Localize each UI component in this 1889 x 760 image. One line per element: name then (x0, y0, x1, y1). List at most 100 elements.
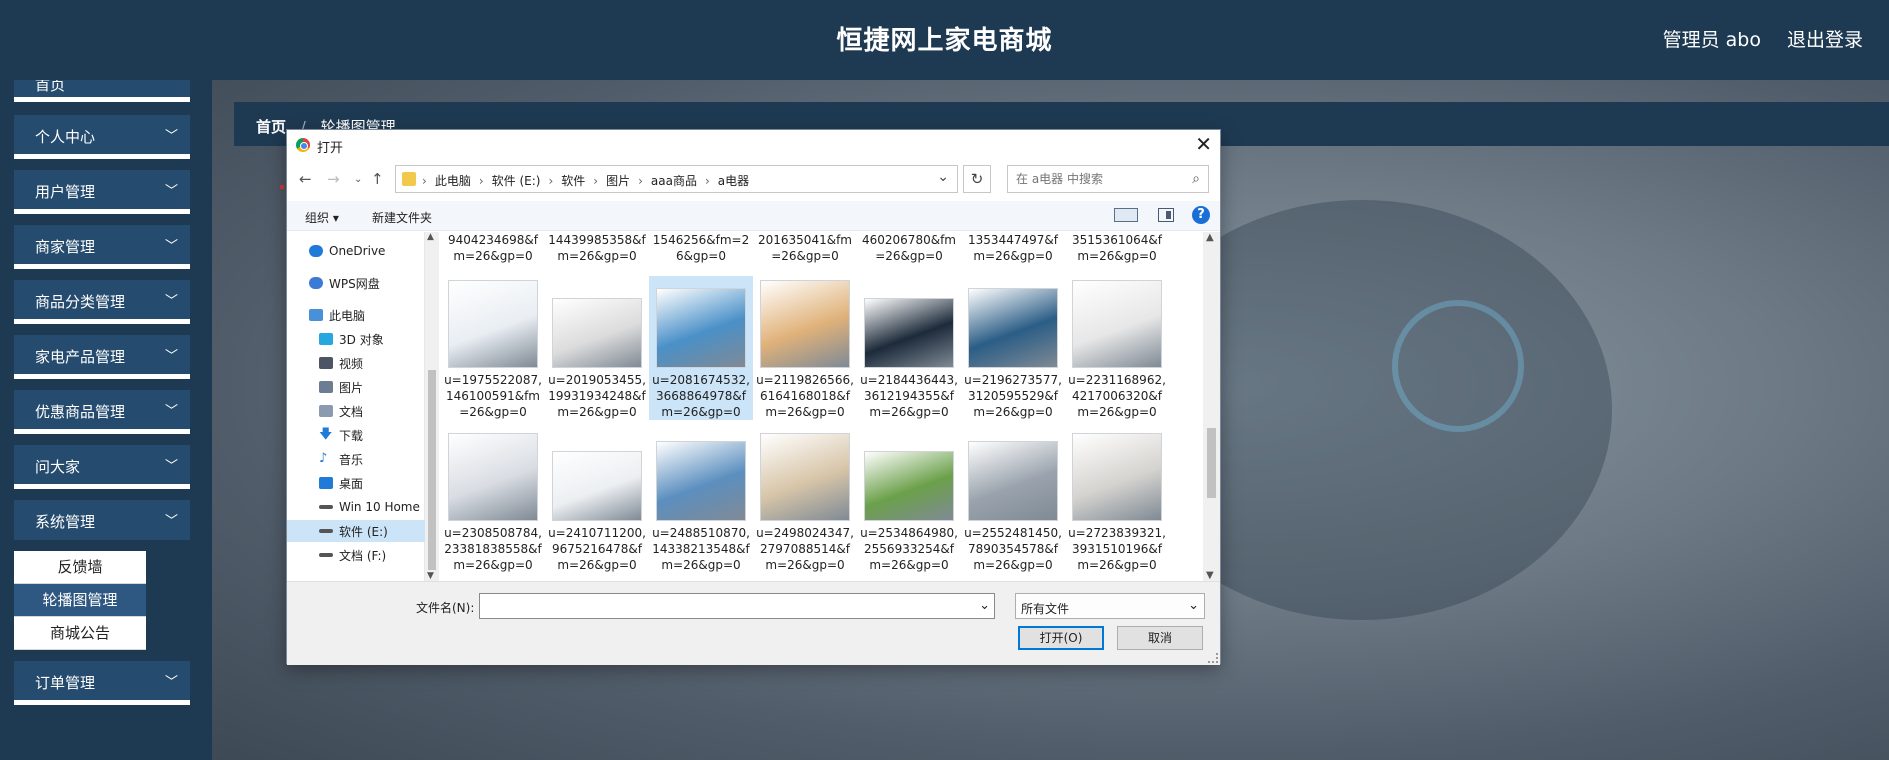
breadcrumb-home[interactable]: 首页 (256, 118, 286, 136)
nav-item-wps-cloud[interactable]: WPS网盘 (309, 272, 380, 294)
filename-field[interactable]: ⌄ (479, 593, 995, 619)
chevron-down-icon[interactable]: ⌄ (979, 598, 990, 613)
file-tile[interactable]: u=2231168962,4217006320&fm=26&gp=0 (1065, 276, 1169, 420)
scroll-down-icon[interactable]: ▼ (1206, 570, 1214, 581)
submenu-carousel-management[interactable]: 轮播图管理 (14, 584, 146, 617)
file-tile[interactable]: u=2308508784,23381838558&fm=26&gp=0 (441, 429, 545, 573)
sidebar-item-merchant-management[interactable]: 商家管理 ﹀ (14, 225, 190, 269)
sidebar-item-discount-management[interactable]: 优惠商品管理 ﹀ (14, 390, 190, 434)
file-tile[interactable]: u=2196273577,3120595529&fm=26&gp=0 (961, 276, 1065, 420)
organize-menu[interactable]: 组织 ▾ (305, 209, 339, 226)
chevron-down-icon: ﹀ (164, 349, 178, 364)
nav-item-documents[interactable]: 文档 (319, 400, 363, 422)
file-tile[interactable]: u=2552481450,7890354578&fm=26&gp=0 (961, 429, 1065, 573)
scrollbar-thumb[interactable] (428, 370, 436, 570)
sidebar-item-personal-center[interactable]: 个人中心 ﹀ (14, 115, 190, 159)
sidebar-item-order-management[interactable]: 订单管理 ﹀ (14, 661, 190, 705)
nav-item-drive-f[interactable]: 文档 (F:) (319, 544, 386, 566)
file-tile[interactable]: u=2410711200,9675216478&fm=26&gp=0 (545, 429, 649, 573)
nav-item-pictures[interactable]: 图片 (319, 376, 363, 398)
file-tile[interactable]: u=1749706764,14439985358&fm=26&gp=0 (545, 232, 649, 264)
admin-user-label[interactable]: 管理员 abo (1663, 25, 1761, 52)
file-tile[interactable]: u=1975522087,146100591&fm=26&gp=0 (441, 276, 545, 420)
file-name-label: u=2488510870,14338213548&fm=26&gp=0 (652, 526, 750, 572)
new-folder-button[interactable]: 新建文件夹 (372, 209, 432, 226)
ac-tower-image (760, 433, 850, 521)
sidebar-item-category-management[interactable]: 商品分类管理 ﹀ (14, 280, 190, 324)
drive-icon (319, 505, 333, 509)
path-segment[interactable]: 图片 (606, 174, 630, 188)
up-arrow-icon[interactable]: ↑ (371, 170, 384, 188)
nav-item-videos[interactable]: 视频 (319, 352, 363, 374)
path-segment[interactable]: aaa商品 (651, 174, 697, 188)
nav-item-win10-home[interactable]: Win 10 Home (319, 496, 420, 518)
nav-item-label: 此电脑 (329, 308, 366, 323)
scroll-down-icon[interactable]: ▼ (427, 571, 434, 581)
file-tile[interactable]: u=2498024347,2797088514&fm=26&gp=0 (753, 429, 857, 573)
file-tile[interactable]: u=2119826566,6164168018&fm=26&gp=0 (753, 276, 857, 420)
file-tile[interactable]: u=2184436443,3612194355&fm=26&gp=0 (857, 276, 961, 420)
file-tile[interactable]: u=1807299725,3515361064&fm=26&gp=0 (1065, 232, 1169, 264)
nav-item-downloads[interactable]: 🡇 下载 (319, 424, 363, 446)
filetype-select[interactable]: 所有文件 ⌄ (1015, 593, 1205, 619)
navigation-scrollbar[interactable]: ▲ ▼ (425, 232, 439, 581)
file-tile[interactable]: u=2488510870,14338213548&fm=26&gp=0 (649, 429, 753, 573)
recent-locations-icon[interactable]: ⌄ (354, 174, 362, 185)
nav-item-label: 图片 (339, 380, 364, 395)
logout-link[interactable]: 退出登录 (1787, 25, 1863, 52)
open-button[interactable]: 打开(O) (1018, 626, 1104, 650)
chevron-down-icon: ⌄ (1188, 598, 1199, 613)
file-tile[interactable]: u=2534864980,2556933254&fm=26&gp=0 (857, 429, 961, 573)
fridge-image (968, 441, 1058, 521)
nav-item-desktop[interactable]: 桌面 (319, 472, 363, 494)
file-tile[interactable]: u=1557425665,1353447497&fm=26&gp=0 (961, 232, 1065, 264)
path-segment[interactable]: 软件 (E:) (492, 174, 541, 188)
scroll-up-icon[interactable]: ▲ (1206, 232, 1214, 243)
address-bar[interactable]: › 此电脑 › 软件 (E:) › 软件 › 图片 › aaa商品 › a电器 ⌄ (395, 165, 958, 193)
scroll-up-icon[interactable]: ▲ (427, 232, 434, 242)
sidebar-item-system-management[interactable]: 系统管理 ﹀ (14, 500, 190, 540)
nav-item-onedrive[interactable]: OneDrive (309, 240, 385, 262)
sidebar-item-user-management[interactable]: 用户管理 ﹀ (14, 170, 190, 214)
path-segment[interactable]: a电器 (718, 174, 749, 188)
path-segment[interactable]: 软件 (561, 174, 585, 188)
submenu-mall-announcement[interactable]: 商城公告 (14, 617, 146, 650)
sidebar-item-qa[interactable]: 问大家 ﹀ (14, 445, 190, 489)
dialog-titlebar: 打开 ✕ (287, 130, 1220, 160)
cancel-button[interactable]: 取消 (1117, 626, 1203, 650)
search-input[interactable] (1016, 167, 1186, 191)
submenu-feedback-wall[interactable]: 反馈墙 (14, 551, 146, 584)
file-tile[interactable]: u=1838263204,460206780&fm=26&gp=0 (857, 232, 961, 264)
resize-grip-icon[interactable] (1208, 653, 1218, 663)
view-options-icon[interactable] (1114, 208, 1138, 222)
close-icon[interactable]: ✕ (1195, 132, 1212, 156)
forward-arrow-icon[interactable]: → (327, 170, 340, 188)
preview-pane-icon[interactable] (1158, 208, 1174, 222)
file-tile[interactable]: u=2081674532,3668864978&fm=26&gp=0 (649, 276, 753, 420)
file-tile[interactable]: u=4014949161,9404234698&fm=26&gp=0 (441, 232, 545, 264)
back-arrow-icon[interactable]: ← (299, 170, 312, 188)
search-icon[interactable]: ⌕ (1192, 171, 1200, 187)
help-icon[interactable]: ? (1192, 206, 1210, 224)
file-name-label: u=2184436443,3612194355&fm=26&gp=0 (860, 373, 958, 419)
chevron-down-icon: ﹀ (164, 459, 178, 474)
file-tile[interactable]: u=1292256834,1546256&fm=26&gp=0 (649, 232, 753, 264)
nav-item-this-pc[interactable]: 此电脑 (309, 304, 365, 326)
nav-item-label: 3D 对象 (339, 332, 384, 347)
nav-item-drive-e[interactable]: 软件 (E:) (287, 520, 425, 542)
video-icon (319, 357, 333, 369)
nav-item-3d-objects[interactable]: 3D 对象 (319, 328, 384, 350)
chevron-down-icon[interactable]: ⌄ (937, 169, 949, 185)
file-name-label: u=4014949161,9404234698&fm=26&gp=0 (448, 233, 538, 263)
file-grid-scrollbar[interactable]: ▲ ▼ (1203, 232, 1220, 581)
chevron-down-icon: ﹀ (164, 239, 178, 254)
file-tile[interactable]: u=2019053455,19931934248&fm=26&gp=0 (545, 276, 649, 420)
file-name-label: u=2498024347,2797088514&fm=26&gp=0 (756, 526, 854, 572)
nav-item-music[interactable]: ♪ 音乐 (319, 448, 363, 470)
sidebar-item-appliance-management[interactable]: 家电产品管理 ﹀ (14, 335, 190, 379)
scrollbar-thumb[interactable] (1207, 428, 1216, 498)
refresh-icon[interactable]: ↻ (963, 165, 991, 193)
file-tile[interactable]: u=1008859418,201635041&fm=26&gp=0 (753, 232, 857, 264)
path-segment[interactable]: 此电脑 (435, 174, 471, 188)
file-tile[interactable]: u=2723839321,3931510196&fm=26&gp=0 (1065, 429, 1169, 573)
